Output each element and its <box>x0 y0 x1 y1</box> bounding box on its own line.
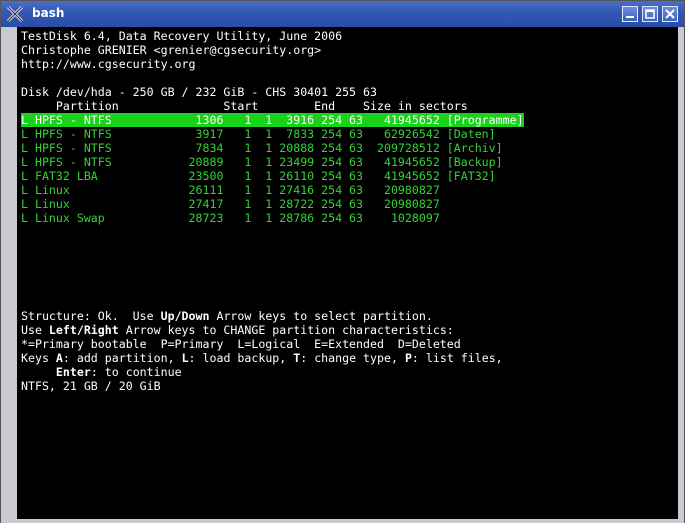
window-frame-bottom <box>1 519 684 523</box>
terminal-window: bash TestDisk 6.4, Data Recovery Utility… <box>0 0 685 523</box>
column-header: Partition Start End Size in sectors <box>21 99 468 113</box>
header-line: TestDisk 6.4, Data Recovery Utility, Jun… <box>21 29 343 43</box>
partition-row[interactable]: L HPFS - NTFS 3917 1 1 7833 254 63 62926… <box>21 127 524 141</box>
header-line: http://www.cgsecurity.org <box>21 57 196 71</box>
partition-row-selected[interactable]: L HPFS - NTFS 1306 1 1 3916 254 63 41945… <box>21 113 524 127</box>
partition-row[interactable]: L Linux Swap 28723 1 1 28786 254 63 1028… <box>21 211 524 225</box>
window-frame-right <box>678 27 684 523</box>
partition-row[interactable]: L HPFS - NTFS 7834 1 1 20888 254 63 2097… <box>21 141 524 155</box>
help-enter-line: Enter: to continue <box>21 365 524 379</box>
close-icon <box>665 9 675 19</box>
help-key: A <box>55 351 63 365</box>
help-text <box>21 365 56 379</box>
help-text: Keys <box>21 351 56 365</box>
help-text: : change type, <box>300 351 405 365</box>
help-text: Use <box>21 323 49 337</box>
help-text: Arrow keys to CHANGE partition character… <box>118 323 454 337</box>
maximize-button[interactable] <box>642 6 658 22</box>
terminal-area[interactable]: TestDisk 6.4, Data Recovery Utility, Jun… <box>17 27 678 519</box>
partition-row-label: L HPFS - NTFS 1306 1 1 3916 254 63 41945… <box>21 113 524 127</box>
help-key: L <box>181 351 189 365</box>
help-text: : load backup, <box>188 351 294 365</box>
disk-info: Disk /dev/hda - 250 GB / 232 GiB - CHS 3… <box>21 85 377 99</box>
title-bar[interactable]: bash <box>1 1 684 27</box>
help-text: : add partition, <box>62 351 182 365</box>
maximize-icon <box>645 9 655 19</box>
help-structure-line: Structure: Ok. Use Up/Down Arrow keys to… <box>21 309 524 323</box>
help-key: Enter <box>55 365 91 379</box>
help-key: Left/Right <box>48 323 119 337</box>
window-title: bash <box>32 6 65 20</box>
x-icon[interactable] <box>6 5 24 23</box>
window-frame-left <box>1 27 17 523</box>
help-text: Arrow keys to select partition. <box>209 309 433 323</box>
partition-row[interactable]: L FAT32 LBA 23500 1 1 26110 254 63 41945… <box>21 169 524 183</box>
minimize-button[interactable] <box>622 6 638 22</box>
terminal-output: TestDisk 6.4, Data Recovery Utility, Jun… <box>21 29 524 393</box>
header-line: Christophe GRENIER <grenier@cgsecurity.o… <box>21 43 322 57</box>
help-text: : to continue <box>90 365 182 379</box>
partition-row[interactable]: L HPFS - NTFS 20889 1 1 23499 254 63 419… <box>21 155 524 169</box>
close-button[interactable] <box>662 6 678 22</box>
minimize-icon <box>626 16 634 18</box>
help-key: P <box>404 351 412 365</box>
help-text: : list files, <box>411 351 503 365</box>
help-change-line: Use Left/Right Arrow keys to CHANGE part… <box>21 323 524 337</box>
partition-row[interactable]: L Linux 26111 1 1 27416 254 63 20980827 <box>21 183 524 197</box>
help-text: Structure: Ok. Use <box>21 309 161 323</box>
help-keys-line: Keys A: add partition, L: load backup, T… <box>21 351 524 365</box>
status-line: NTFS, 21 GB / 20 GiB <box>21 379 161 393</box>
help-legend-line: *=Primary bootable P=Primary L=Logical E… <box>21 337 461 351</box>
help-key: Up/Down <box>160 309 210 323</box>
partition-row[interactable]: L Linux 27417 1 1 28722 254 63 20980827 <box>21 197 524 211</box>
